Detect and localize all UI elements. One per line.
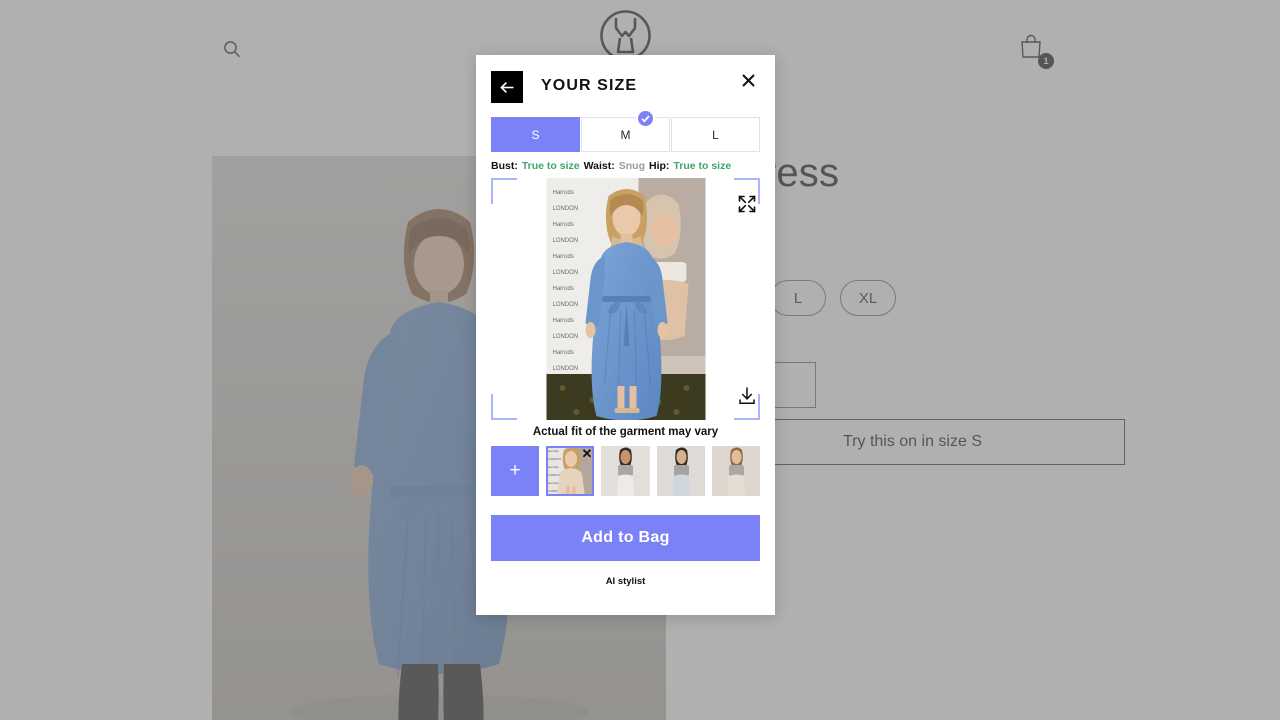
ai-stylist-label[interactable]: AI stylist bbox=[476, 576, 775, 587]
size-tab-m[interactable]: M bbox=[581, 117, 670, 152]
svg-text:LONDON: LONDON bbox=[548, 473, 561, 477]
fit-bust-label: Bust: bbox=[491, 160, 518, 172]
thumbnail-add-photo[interactable]: + bbox=[491, 446, 540, 496]
size-tab-s[interactable]: S bbox=[491, 117, 580, 152]
fit-waist-label: Waist: bbox=[583, 160, 615, 172]
svg-text:Harrods: Harrods bbox=[552, 350, 573, 356]
svg-text:LONDON: LONDON bbox=[552, 366, 578, 372]
expand-icon[interactable] bbox=[735, 192, 759, 216]
svg-text:LONDON: LONDON bbox=[552, 334, 578, 340]
thumbnail-model-1[interactable] bbox=[601, 446, 650, 496]
fit-disclaimer: Actual fit of the garment may vary bbox=[532, 426, 719, 438]
svg-text:LONDON: LONDON bbox=[552, 206, 578, 212]
svg-text:Harrods: Harrods bbox=[552, 190, 573, 196]
add-to-bag-button[interactable]: Add to Bag bbox=[491, 515, 760, 561]
thumbnail-model-3[interactable] bbox=[711, 446, 761, 496]
svg-text:LONDON: LONDON bbox=[552, 238, 578, 244]
svg-text:Harrods: Harrods bbox=[552, 318, 573, 324]
svg-text:Harrods: Harrods bbox=[552, 222, 573, 228]
crop-corner-bottom-left bbox=[491, 394, 517, 420]
svg-text:Harrods: Harrods bbox=[548, 465, 559, 469]
fit-hip-label: Hip: bbox=[648, 160, 670, 172]
remove-photo-icon[interactable]: ✕ bbox=[582, 447, 593, 460]
fit-summary: Bust: True to size Waist: Snug Hip: True… bbox=[476, 152, 775, 172]
crop-corner-top-left bbox=[491, 178, 517, 204]
check-icon bbox=[636, 109, 655, 128]
svg-text:LONDON: LONDON bbox=[552, 270, 578, 276]
thumbnail-model-2[interactable] bbox=[656, 446, 705, 496]
thumbnail-user-photo[interactable]: Harrods LONDON Harrods LONDON Harrods LONDO… bbox=[546, 446, 595, 496]
modal-header: YOUR SIZE bbox=[476, 55, 775, 117]
download-icon[interactable] bbox=[735, 384, 759, 408]
modal-title: YOUR SIZE bbox=[541, 77, 638, 94]
svg-text:LONDON: LONDON bbox=[552, 302, 578, 308]
svg-text:Harrods: Harrods bbox=[548, 481, 559, 485]
fit-hip-value: True to size bbox=[673, 160, 732, 172]
model-thumbnail-strip: + Harrods LONDON Harrods LONDON Harrods LON… bbox=[476, 438, 775, 496]
tryon-result-image[interactable]: Harrods LONDON Harrods LONDON Harrods LONDO… bbox=[546, 178, 705, 420]
svg-text:LONDON: LONDON bbox=[548, 457, 561, 461]
close-icon[interactable] bbox=[735, 67, 761, 93]
tryon-stage: Harrods LONDON Harrods LONDON Harrods LONDO… bbox=[491, 178, 760, 420]
fit-bust-value: True to size bbox=[521, 160, 580, 172]
size-tab-l[interactable]: L bbox=[671, 117, 760, 152]
modal-size-tabs: S M L bbox=[476, 109, 775, 152]
your-size-modal: YOUR SIZE S M L Bust: True to size Waist… bbox=[476, 55, 775, 615]
back-arrow-icon[interactable] bbox=[491, 71, 523, 103]
svg-text:Harrods: Harrods bbox=[552, 286, 573, 292]
svg-text:Harrods: Harrods bbox=[552, 254, 573, 260]
fit-waist-value: Snug bbox=[618, 160, 645, 172]
svg-text:Harrods: Harrods bbox=[548, 449, 559, 453]
